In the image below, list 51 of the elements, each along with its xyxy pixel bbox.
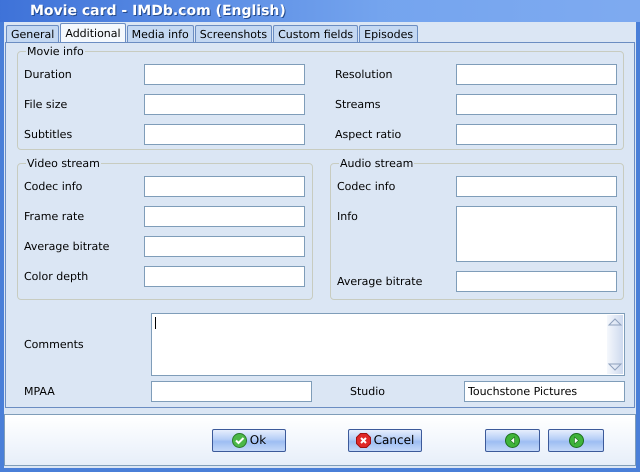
field-label: Average bitrate — [337, 275, 424, 288]
input-field[interactable] — [456, 94, 617, 115]
scroll-up-icon[interactable] — [607, 317, 623, 327]
field-label: Codec info — [24, 180, 84, 193]
field-label: Codec info — [337, 180, 396, 193]
field-label: Average bitrate — [24, 240, 110, 253]
input-field[interactable] — [144, 176, 305, 197]
group-title: Audio stream — [339, 157, 414, 170]
field-label: Subtitles — [24, 128, 74, 141]
tab[interactable]: Screenshots — [194, 25, 272, 42]
input-field[interactable] — [144, 94, 305, 115]
group-title: Movie info — [26, 45, 85, 58]
field-label: Aspect ratio — [335, 128, 402, 141]
field-label: Resolution — [335, 68, 394, 81]
tab[interactable]: Custom fields — [273, 25, 358, 42]
field-label: Duration — [24, 68, 73, 81]
tab[interactable]: General — [6, 25, 60, 42]
field-label: MPAA — [24, 385, 56, 398]
field-label: Streams — [335, 98, 382, 111]
input-field[interactable] — [144, 124, 305, 145]
input-field[interactable] — [456, 124, 617, 145]
comments-field[interactable] — [151, 313, 625, 376]
scrollbar[interactable] — [607, 315, 623, 374]
input-field[interactable] — [144, 236, 305, 257]
input-field[interactable] — [144, 266, 305, 287]
input-field[interactable] — [144, 64, 305, 85]
check-icon — [232, 432, 247, 448]
input-field[interactable] — [151, 381, 312, 402]
ok-button[interactable]: Ok — [212, 428, 286, 452]
field-label: Color depth — [24, 270, 90, 283]
input-field[interactable] — [456, 64, 617, 85]
field-label: Studio — [349, 385, 386, 398]
tab[interactable]: Media info — [126, 25, 194, 42]
tab[interactable]: Additional — [60, 23, 126, 42]
next-button[interactable] — [548, 428, 604, 452]
cancel-button[interactable]: Cancel — [348, 428, 422, 452]
field-label: Comments — [24, 338, 85, 351]
group-title: Video stream — [26, 157, 101, 170]
previous-button[interactable] — [485, 428, 540, 452]
field-label: Info — [337, 210, 359, 223]
close-icon — [356, 432, 371, 448]
field-label: File size — [24, 98, 68, 111]
scroll-down-icon[interactable] — [607, 362, 623, 372]
window-title: Movie card - IMDb.com (English) — [30, 3, 286, 19]
text-area[interactable] — [456, 206, 617, 262]
input-field[interactable]: Touchstone Pictures — [464, 381, 625, 402]
input-field[interactable] — [456, 271, 617, 292]
input-field[interactable] — [456, 176, 617, 197]
input-field[interactable] — [144, 206, 305, 227]
tab[interactable]: Episodes — [359, 25, 418, 42]
field-label: Frame rate — [24, 210, 86, 223]
